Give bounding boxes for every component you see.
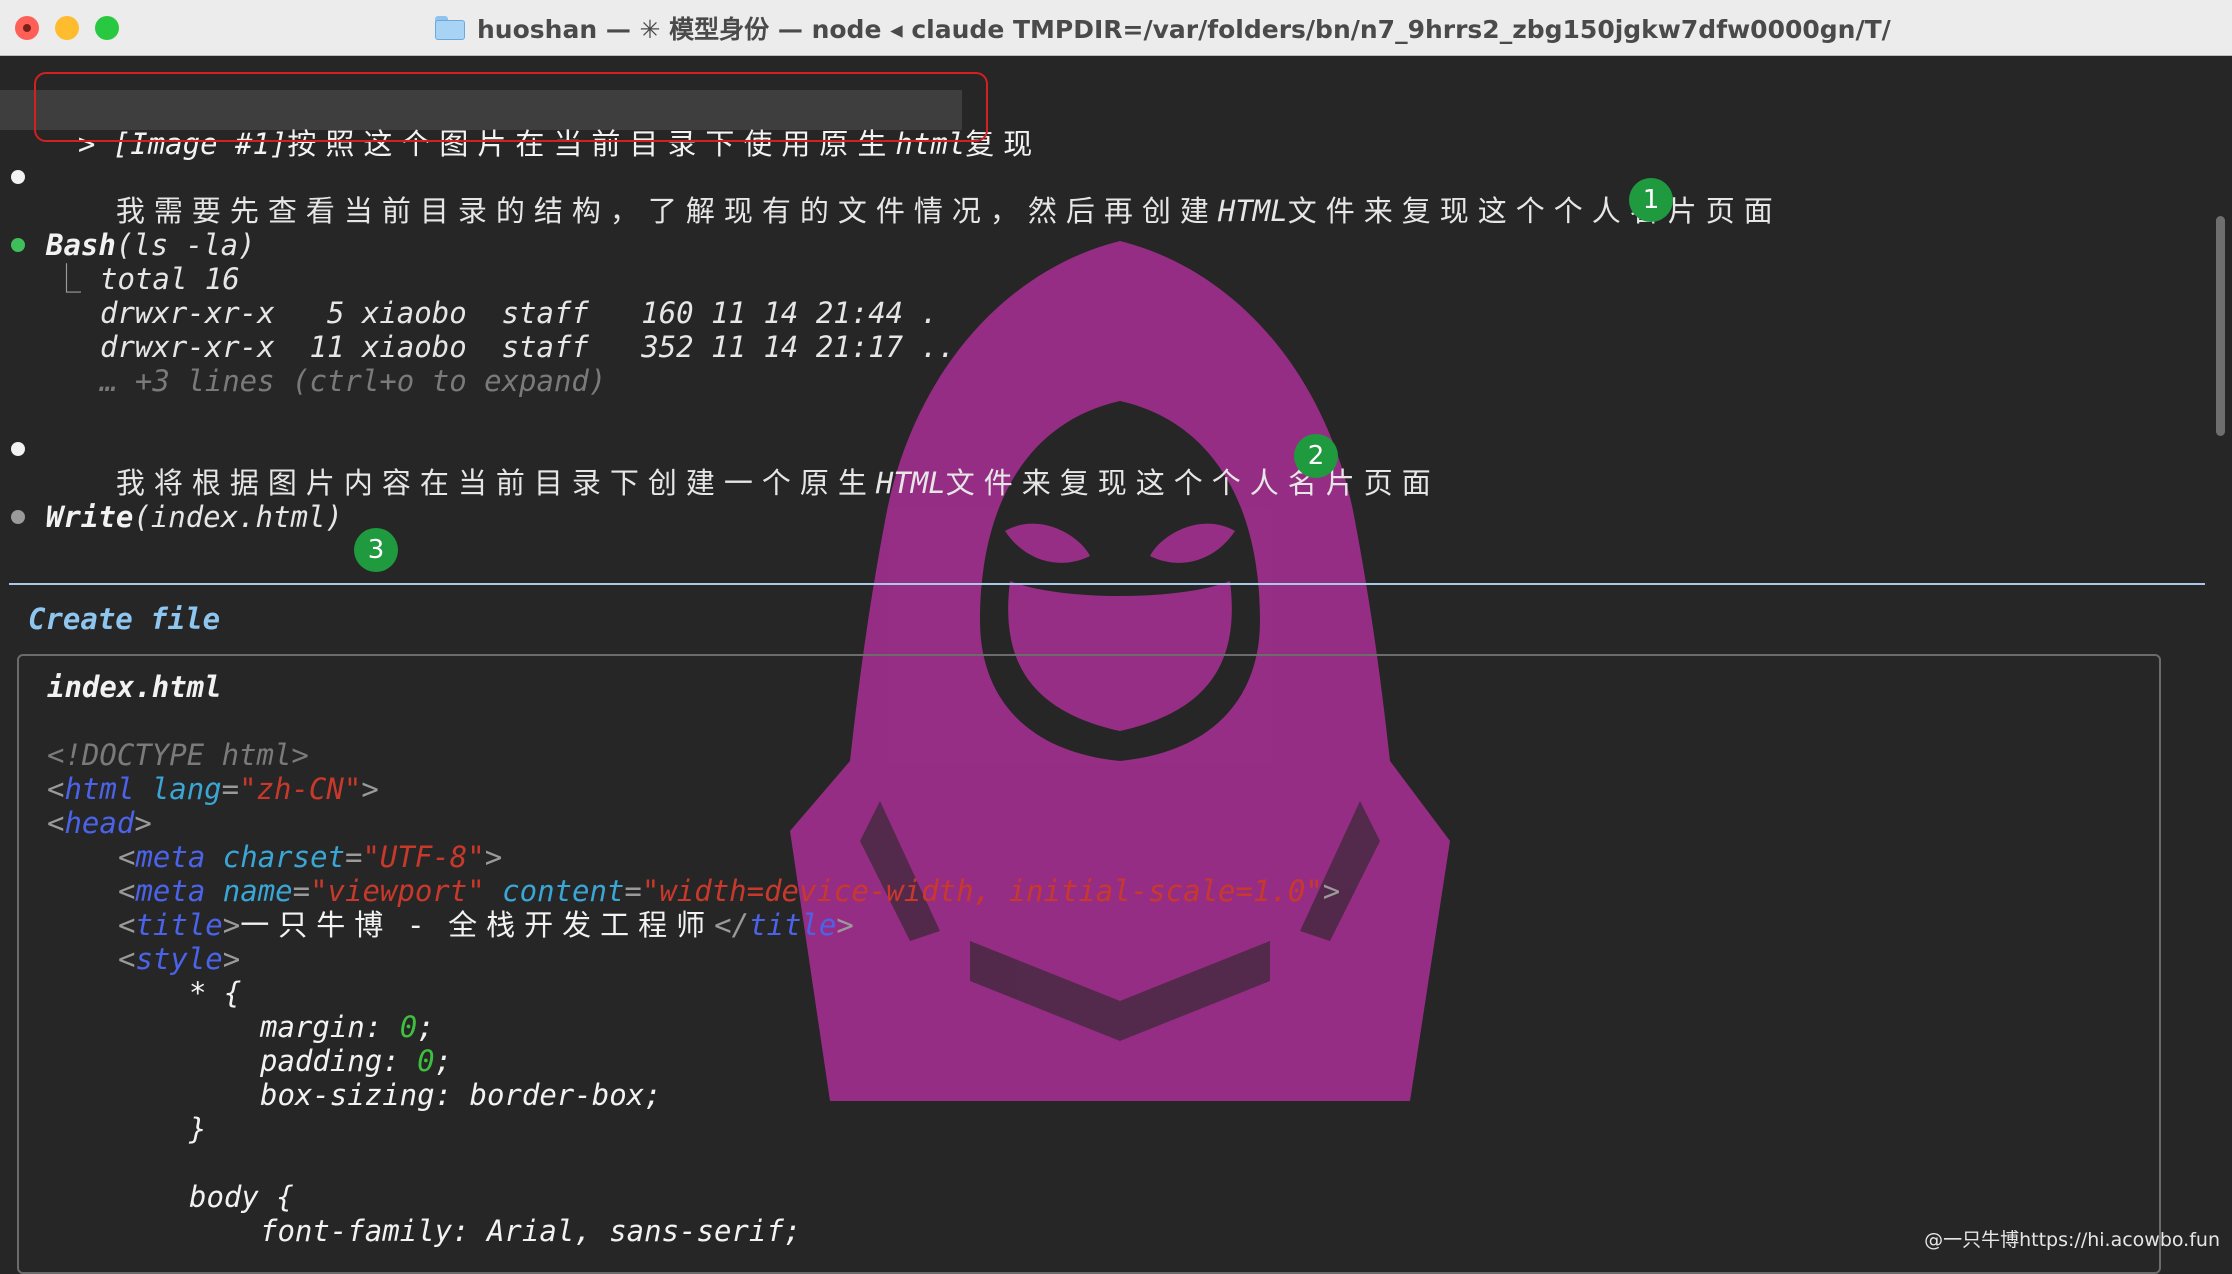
terminal-area[interactable]: > [Image #1]按照这个图片在当前目录下使用原生html复现 我需要先查…: [0, 56, 2232, 1274]
code-line-html: <html lang="zh-CN">: [47, 772, 379, 806]
code-line-title: <title>一只牛博 - 全栈开发工程师</title>: [118, 908, 854, 942]
window-title: huoshan — ✳ 模型身份 — node ◂ claude TMPDIR=…: [435, 8, 1891, 48]
bash-tool-args: (ls -la): [115, 228, 256, 262]
message-2-em: HTML: [875, 466, 946, 500]
code-line-body-rule: body {: [189, 1180, 294, 1214]
write-tool-args: (index.html): [133, 500, 343, 534]
annotation-badge-1: 1: [1629, 178, 1673, 222]
code-line-margin: margin: 0;: [260, 1010, 435, 1044]
code-line-star-rule: * {: [189, 976, 242, 1010]
zoom-window-button[interactable]: [95, 16, 119, 40]
prompt-annotation-box: [34, 72, 988, 142]
message-bullet-icon: [11, 442, 25, 456]
code-line-box-sizing: box-sizing: border-box;: [260, 1078, 662, 1112]
message-1-part-a: 我需要先查看当前目录的结构，了解现有的文件情况，然后再创建: [115, 194, 1218, 228]
bash-expand-hint[interactable]: … +3 lines (ctrl+o to expand): [100, 364, 606, 398]
bash-output-line-3: drwxr-xr-x 11 xiaobo staff 352 11 14 21:…: [100, 330, 956, 364]
code-line-head: <head>: [47, 806, 152, 840]
tool-success-dot-icon: [11, 238, 25, 252]
minimize-window-button[interactable]: [55, 16, 79, 40]
code-line-font-family: font-family: Arial, sans-serif;: [260, 1214, 802, 1248]
bash-output-branch: ⎿: [52, 262, 81, 296]
tool-pending-dot-icon: [11, 510, 25, 524]
annotation-badge-2: 2: [1294, 434, 1338, 478]
window-titlebar: huoshan — ✳ 模型身份 — node ◂ claude TMPDIR=…: [0, 0, 2232, 56]
code-line-padding: padding: 0;: [260, 1044, 453, 1078]
message-2-part-b: 文件来复现这个个人名片页面: [945, 466, 1440, 500]
scrollbar-thumb[interactable]: [2216, 216, 2225, 436]
assistant-message-1: 我需要先查看当前目录的结构，了解现有的文件情况，然后再创建HTML文件来复现这个…: [46, 160, 1782, 262]
message-bullet-icon: [11, 170, 25, 184]
code-line-doctype: <!DOCTYPE html>: [47, 738, 309, 772]
window-title-text: huoshan — ✳ 模型身份 — node ◂ claude TMPDIR=…: [477, 15, 1891, 44]
bash-output-line-1: total 16: [100, 262, 240, 296]
message-2-part-a: 我将根据图片内容在当前目录下创建一个原生: [115, 466, 876, 500]
message-1-em: HTML: [1217, 194, 1288, 228]
annotation-badge-3: 3: [354, 528, 398, 572]
close-window-button[interactable]: [15, 16, 39, 40]
branch-icon: ⎿: [52, 262, 82, 296]
code-line-close-brace: }: [189, 1112, 207, 1146]
create-file-label: Create file: [28, 602, 221, 636]
code-line-meta-charset: <meta charset="UTF-8">: [118, 840, 503, 874]
section-divider: [9, 583, 2205, 585]
footer-watermark-text: @一只牛博https://hi.acowbo.fun: [1924, 1229, 2220, 1251]
message-1-part-b: 文件来复现这个个人名片页面: [1287, 194, 1782, 228]
bash-tool-name: Bash: [46, 228, 116, 262]
write-tool-name: Write: [46, 500, 134, 534]
write-tool-call: Write(index.html): [46, 500, 343, 534]
bash-output-line-2: drwxr-xr-x 5 xiaobo staff 160 11 14 21:4…: [100, 296, 939, 330]
file-preview-box: [17, 654, 2161, 1274]
folder-icon: [435, 16, 465, 40]
bash-tool-call: Bash(ls -la): [46, 228, 256, 262]
code-line-meta-viewport: <meta name="viewport" content="width=dev…: [118, 874, 1341, 908]
file-name: index.html: [47, 670, 222, 704]
code-line-style: <style>: [118, 942, 241, 976]
